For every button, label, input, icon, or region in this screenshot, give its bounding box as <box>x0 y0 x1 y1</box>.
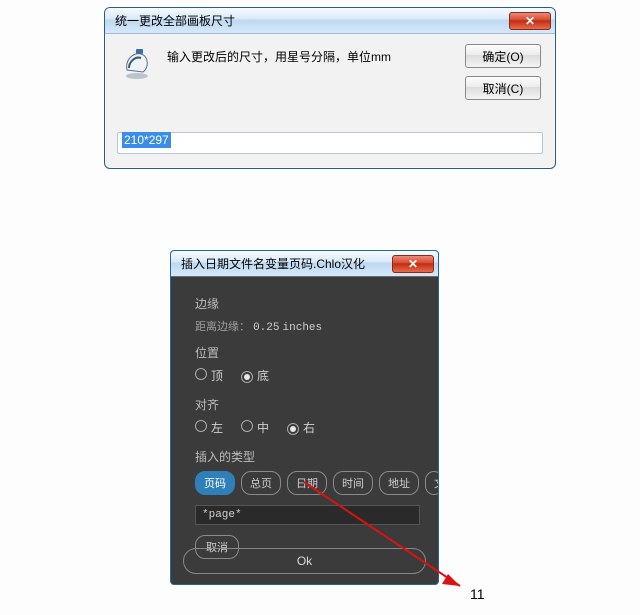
size-input-wrap: 210*297 <box>117 132 543 154</box>
radio-icon <box>195 420 207 432</box>
insert-type-pills: 页码 总页 日期 时间 地址 文件名 <box>195 471 420 495</box>
position-radio-row: 顶 底 <box>195 367 420 384</box>
dialog2-close-button[interactable]: ✕ <box>392 255 434 273</box>
dialog1-close-button[interactable]: ✕ <box>509 12 551 30</box>
margin-row: 距离边缘： 0.25 inches <box>195 318 420 334</box>
ok-button-label: 确定(O) <box>482 48 523 65</box>
cancel-button[interactable]: 取消(C) <box>465 76 541 100</box>
align-option-label: 中 <box>257 421 269 435</box>
position-option-bottom[interactable]: 底 <box>241 367 269 384</box>
dialog1-title: 统一更改全部画板尺寸 <box>115 12 509 29</box>
pill-label: 页码 <box>204 478 226 490</box>
position-option-top[interactable]: 顶 <box>195 367 223 384</box>
align-option-right[interactable]: 右 <box>287 419 315 436</box>
close-icon: ✕ <box>525 14 535 28</box>
align-option-label: 左 <box>211 421 223 435</box>
radio-icon <box>241 420 253 432</box>
insert-type-date[interactable]: 日期 <box>287 471 327 495</box>
pill-label: 文件名 <box>434 478 439 490</box>
close-icon: ✕ <box>408 257 418 271</box>
pill-label: 总页 <box>250 478 272 490</box>
page-number: 11 <box>470 586 485 602</box>
ok-label: Ok <box>297 554 312 568</box>
dialog1-buttons: 确定(O) 取消(C) <box>465 44 541 100</box>
dialog1-titlebar: 统一更改全部画板尺寸 ✕ <box>105 8 555 34</box>
radio-icon <box>195 368 207 380</box>
margin-section-label: 边缘 <box>195 295 420 312</box>
pill-label: 日期 <box>296 478 318 490</box>
align-option-center[interactable]: 中 <box>241 419 269 436</box>
insert-type-section-label: 插入的类型 <box>195 448 420 465</box>
ok-button[interactable]: 确定(O) <box>465 44 541 68</box>
size-input[interactable]: 210*297 <box>117 132 543 154</box>
position-option-label: 底 <box>257 369 269 383</box>
insert-type-page[interactable]: 页码 <box>195 471 235 495</box>
pill-label: 时间 <box>342 478 364 490</box>
insert-variable-dialog: 插入日期文件名变量页码.Chlo汉化 ✕ 边缘 距离边缘： 0.25 inche… <box>170 250 439 585</box>
align-option-label: 右 <box>303 421 315 435</box>
pattern-input[interactable] <box>195 505 420 525</box>
insert-type-time[interactable]: 时间 <box>333 471 373 495</box>
pill-label: 地址 <box>388 478 410 490</box>
align-option-left[interactable]: 左 <box>195 419 223 436</box>
align-section-label: 对齐 <box>195 396 420 413</box>
dialog2-titlebar: 插入日期文件名变量页码.Chlo汉化 ✕ <box>171 251 438 277</box>
margin-value[interactable]: 0.25 <box>253 322 279 334</box>
radio-icon <box>287 423 299 435</box>
position-section-label: 位置 <box>195 344 420 361</box>
size-input-value: 210*297 <box>122 132 171 148</box>
dialog2-title: 插入日期文件名变量页码.Chlo汉化 <box>181 255 392 272</box>
dialog2-ok-button[interactable]: Ok <box>183 548 426 574</box>
margin-label: 距离边缘： <box>195 321 250 333</box>
resize-artboards-dialog: 统一更改全部画板尺寸 ✕ 输入更改后的尺寸，用星号分隔，单位mm 确定(O) 取… <box>104 7 556 169</box>
prompt-text: 输入更改后的尺寸，用星号分隔，单位mm <box>167 44 391 65</box>
insert-type-filename[interactable]: 文件名 <box>425 471 439 495</box>
radio-icon <box>241 371 253 383</box>
margin-unit: inches <box>283 322 323 334</box>
insert-type-total[interactable]: 总页 <box>241 471 281 495</box>
position-option-label: 顶 <box>211 369 223 383</box>
align-radio-row: 左 中 右 <box>195 419 420 436</box>
dialog2-body: 边缘 距离边缘： 0.25 inches 位置 顶 底 对齐 左 中 右 插入的… <box>171 277 438 567</box>
dialog1-body: 输入更改后的尺寸，用星号分隔，单位mm 确定(O) 取消(C) 210*297 <box>105 34 555 168</box>
script-icon <box>117 44 157 84</box>
cancel-button-label: 取消(C) <box>483 80 524 97</box>
insert-type-path[interactable]: 地址 <box>379 471 419 495</box>
